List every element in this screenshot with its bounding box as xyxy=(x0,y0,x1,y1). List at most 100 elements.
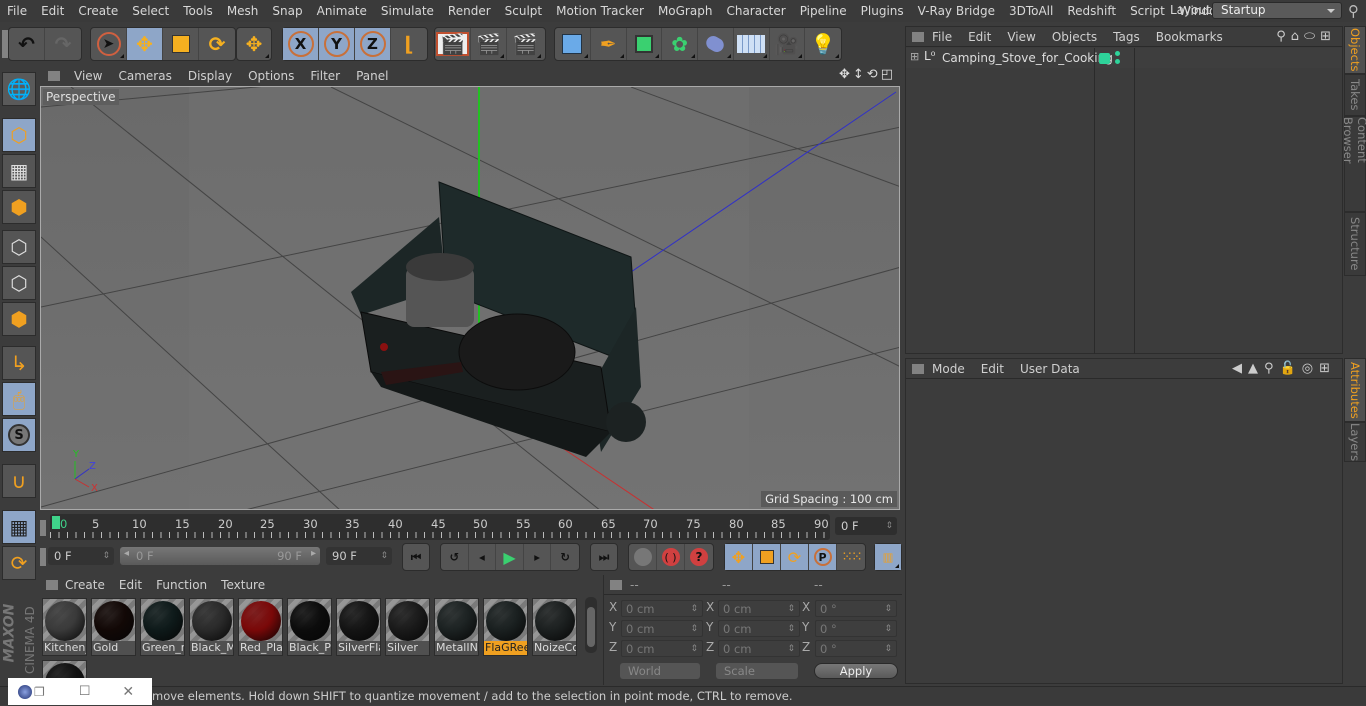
material-swatch[interactable]: NoizeCc xyxy=(532,598,577,656)
rotation-field[interactable]: 0 ° xyxy=(815,640,897,657)
tab-structure[interactable]: Structure xyxy=(1344,212,1366,276)
points-mode-button[interactable]: ⬡ xyxy=(2,230,36,264)
render-view-button[interactable]: 🎬 xyxy=(435,28,471,60)
size-field[interactable]: 0 cm xyxy=(718,640,800,657)
maximize-view-icon[interactable]: ◰ xyxy=(881,67,896,82)
deformer-button[interactable] xyxy=(698,28,734,60)
target-icon[interactable]: ◎ xyxy=(1302,361,1319,376)
tab-content-browser[interactable]: Content Browser xyxy=(1341,116,1366,212)
timeline-ruler[interactable]: 0 5 10 15 20 25 30 35 40 45 50 55 60 65 … xyxy=(50,514,830,540)
close-icon[interactable]: ✕ xyxy=(122,684,134,700)
menu-motion-tracker[interactable]: Motion Tracker xyxy=(549,4,651,18)
model-mode-button[interactable]: ⬡ xyxy=(2,118,36,152)
menu-edit[interactable]: Edit xyxy=(34,4,71,18)
orbit-icon[interactable]: ⟲ xyxy=(867,67,881,82)
home-icon[interactable]: ⌂ xyxy=(1291,29,1304,44)
menu-create[interactable]: Create xyxy=(71,4,125,18)
prev-frame-button[interactable]: ◂ xyxy=(469,544,497,570)
material-menu-create[interactable]: Create xyxy=(58,578,112,592)
attribute-grip[interactable] xyxy=(912,363,924,374)
workplane-align-button[interactable]: ⟳ xyxy=(2,546,36,580)
viewport-menu-view[interactable]: View xyxy=(66,69,110,83)
object-name[interactable]: Camping_Stove_for_Cooking xyxy=(942,51,1113,65)
tweak-mode-button[interactable]: 🖱 xyxy=(2,382,36,416)
timeline-window-button[interactable]: ▥ xyxy=(875,544,901,570)
cinema4d-app-icon[interactable] xyxy=(18,684,32,699)
viewport-menu-panel[interactable]: Panel xyxy=(348,69,396,83)
menu-pipeline[interactable]: Pipeline xyxy=(793,4,854,18)
editor-visibility-dot[interactable] xyxy=(1115,51,1120,56)
zoom-icon[interactable]: ↕ xyxy=(853,67,867,82)
material-swatch[interactable]: SilverFla xyxy=(336,598,381,656)
material-scrollbar[interactable] xyxy=(585,597,597,653)
rotation-field[interactable]: 0 ° xyxy=(815,620,897,637)
menu-select[interactable]: Select xyxy=(125,4,176,18)
goto-end-button[interactable]: ⏭ xyxy=(591,544,617,570)
viewport-menu-cameras[interactable]: Cameras xyxy=(110,69,179,83)
current-frame-field[interactable]: 0 F xyxy=(835,517,897,535)
object-menu-bookmarks[interactable]: Bookmarks xyxy=(1148,30,1231,44)
workplane-mode-button[interactable]: ⬢ xyxy=(2,190,36,224)
edges-mode-button[interactable]: ⬡ xyxy=(2,266,36,300)
menu-plugins[interactable]: Plugins xyxy=(854,4,911,18)
play-button[interactable]: ▶ xyxy=(496,544,524,570)
pen-button[interactable]: ✒ xyxy=(591,28,627,60)
transform-mode-select[interactable]: Scale xyxy=(716,663,798,679)
camera-label[interactable]: Perspective xyxy=(43,89,119,105)
end-frame-field[interactable]: 90 F xyxy=(326,547,392,565)
workplane-lock-button[interactable]: ▦ xyxy=(2,510,36,544)
attribute-menu-edit[interactable]: Edit xyxy=(973,362,1012,376)
material-menu-edit[interactable]: Edit xyxy=(112,578,149,592)
object-row[interactable]: ⊞ L⁰ Camping_Stove_for_Cooking xyxy=(906,48,1342,354)
menu-sculpt[interactable]: Sculpt xyxy=(498,4,549,18)
viewport-menu-filter[interactable]: Filter xyxy=(302,69,348,83)
menu-tools[interactable]: Tools xyxy=(176,4,220,18)
menu-3dtoall[interactable]: 3DToAll xyxy=(1002,4,1060,18)
search-icon[interactable]: ⚲ xyxy=(1276,29,1291,44)
material-swatch[interactable]: MetalIN xyxy=(434,598,479,656)
next-key-button[interactable]: ↻ xyxy=(551,544,579,570)
object-menu-edit[interactable]: Edit xyxy=(960,30,999,44)
coordinate-mode-select[interactable]: World xyxy=(620,663,700,679)
menu-mograph[interactable]: MoGraph xyxy=(651,4,720,18)
record-keys-button[interactable] xyxy=(629,544,657,570)
apply-button[interactable]: Apply xyxy=(814,663,898,679)
snap-button[interactable]: ∪ xyxy=(2,464,36,498)
menu-simulate[interactable]: Simulate xyxy=(374,4,441,18)
search-icon[interactable]: ⚲ xyxy=(1348,2,1359,20)
texture-mode-button[interactable]: ▦ xyxy=(2,154,36,188)
material-swatch[interactable]: Black_Pl xyxy=(287,598,332,656)
undo-button[interactable]: ↶ xyxy=(9,28,45,60)
scale-tool-button[interactable] xyxy=(163,28,199,60)
position-field[interactable]: 0 cm xyxy=(621,600,703,617)
make-editable-button[interactable]: 🌐 xyxy=(2,72,36,106)
y-axis-lock-button[interactable]: Y xyxy=(319,28,355,60)
material-swatch[interactable]: FlaGRee xyxy=(483,598,528,656)
keyframe-selection-button[interactable]: ? xyxy=(685,544,713,570)
frame-range-slider[interactable]: ◂ 0 F 90 F ▸ xyxy=(120,547,320,565)
subdivision-button[interactable] xyxy=(627,28,663,60)
key-pla-button[interactable]: ⁙⁙ xyxy=(837,544,865,570)
position-field[interactable]: 0 cm xyxy=(621,620,703,637)
key-position-button[interactable]: ✥ xyxy=(725,544,753,570)
render-picture-viewer-button[interactable]: 🎬 xyxy=(471,28,507,60)
key-scale-button[interactable] xyxy=(753,544,781,570)
transform-tool-button[interactable]: ✥ xyxy=(237,28,271,60)
object-menu-file[interactable]: File xyxy=(924,30,960,44)
range-right-arrow[interactable]: ▸ xyxy=(311,548,316,559)
tab-objects[interactable]: Objects xyxy=(1344,26,1366,74)
position-field[interactable]: 0 cm xyxy=(621,640,703,657)
3d-viewport[interactable]: Perspective Grid Spacing : 100 cm Y Z X xyxy=(40,86,900,510)
coord-grip[interactable] xyxy=(610,580,622,590)
cloner-button[interactable]: ✿ xyxy=(662,28,698,60)
light-button[interactable]: 💡 xyxy=(805,28,841,60)
axis-mode-button[interactable]: ↳ xyxy=(2,346,36,380)
timeline-grip[interactable] xyxy=(40,520,46,536)
material-swatch[interactable]: Black_M xyxy=(189,598,234,656)
tab-takes[interactable]: Takes xyxy=(1344,74,1366,116)
material-menu-function[interactable]: Function xyxy=(149,578,214,592)
key-parameter-button[interactable]: P xyxy=(809,544,837,570)
layer-color-swatch[interactable] xyxy=(1099,53,1110,64)
menu-render[interactable]: Render xyxy=(441,4,498,18)
size-field[interactable]: 0 cm xyxy=(718,620,800,637)
